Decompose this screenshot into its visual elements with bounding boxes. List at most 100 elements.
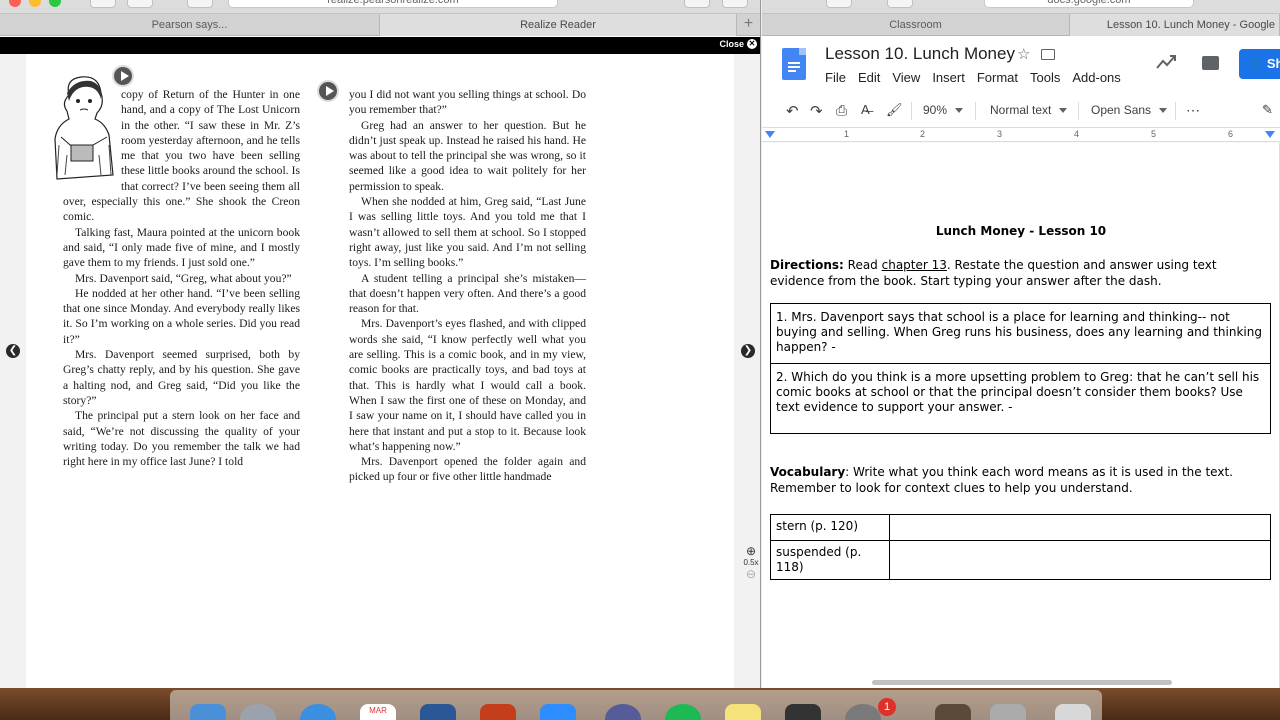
plus-icon[interactable]: + [737, 14, 760, 36]
vocab-meaning-cell[interactable] [889, 540, 1271, 580]
book-paragraph: Mrs. Davenport opened the folder again a… [349, 455, 586, 484]
reader-viewport: ❮ ❯ copy of Return of the Hunter in one … [0, 54, 760, 688]
question-cell[interactable]: 2. Which do you think is a more upsettin… [770, 363, 1271, 434]
show-tabs-button[interactable] [722, 0, 748, 8]
folder-icon[interactable] [1041, 49, 1055, 60]
book-paragraph: Mrs. Davenport seemed surprised, both by… [63, 348, 300, 407]
reader-close-button[interactable]: Close ✕ [719, 39, 757, 49]
book-paragraph: Mrs. Davenport said, “Greg, what about y… [75, 271, 292, 285]
close-icon: ✕ [747, 39, 757, 49]
vocab-word-cell[interactable]: stern (p. 120) [770, 514, 890, 541]
docs-menu-bar: File Edit View Insert Format Tools Add-o… [825, 70, 1133, 85]
table-row: stern (p. 120) [770, 514, 1271, 541]
calculator-icon[interactable] [785, 704, 821, 720]
book-paragraph: A student telling a principal she’s mist… [349, 271, 586, 316]
tab-label: Lesson 10. Lunch Money - Google [1106, 19, 1275, 31]
style-value: Normal text [990, 103, 1052, 117]
book-paragraph: Greg had an answer to her question. But … [349, 118, 586, 193]
font-select[interactable]: Open Sans [1091, 103, 1168, 117]
tab-realize-reader[interactable]: Realize Reader [380, 14, 737, 36]
more-options-icon[interactable]: ⋯ [1186, 102, 1200, 119]
menu-insert[interactable]: Insert [932, 70, 965, 85]
address-bar[interactable]: realize.pearsonrealize.com [228, 0, 558, 8]
finder-icon[interactable] [190, 704, 226, 720]
paragraph-style-select[interactable]: Normal text [990, 103, 1068, 117]
vocab-word-cell[interactable]: suspended (p. 118) [770, 540, 890, 580]
share-page-button[interactable] [684, 0, 710, 8]
print-icon[interactable]: ⎙ [836, 102, 847, 119]
font-value: Open Sans [1091, 103, 1152, 117]
safari-window: realize.pearsonrealize.com Pearson says.… [0, 0, 761, 688]
desktop: realize.pearsonrealize.com Pearson says.… [0, 0, 1280, 720]
book-column-right: you I did not want you selling things at… [349, 87, 586, 485]
ruler: 1 2 3 4 5 6 [762, 128, 1280, 142]
chrome-window: docs.google.com Classroom Lesson 10. Lun… [762, 0, 1280, 688]
sidebar-button[interactable] [127, 0, 153, 8]
document-body[interactable]: Lunch Money - Lesson 10 Directions: Read… [770, 223, 1272, 580]
spellcheck-icon[interactable]: A̶ [861, 102, 870, 117]
book-paragraph: Talking fast, Maura pointed at the unico… [63, 225, 300, 270]
sidebar-button[interactable] [887, 0, 913, 8]
menu-format[interactable]: Format [977, 70, 1018, 85]
menu-file[interactable]: File [825, 70, 846, 85]
star-icon[interactable]: ☆ [1017, 45, 1030, 63]
ruler-number: 4 [1074, 129, 1080, 139]
book-paragraph: you I did not want you selling things at… [349, 88, 586, 117]
zoom-select[interactable]: 90% [923, 103, 964, 117]
trash-icon[interactable] [1055, 704, 1091, 720]
next-page-arrow-icon[interactable]: ❯ [741, 344, 755, 358]
docs-header: Lesson 10. Lunch Money ☆ File Edit View … [762, 36, 1280, 94]
comment-icon[interactable] [1202, 56, 1219, 70]
vocabulary-paragraph: Vocabulary: Write what you think each wo… [770, 464, 1272, 496]
tab-label: Pearson says... [151, 19, 228, 31]
vocab-meaning-cell[interactable] [889, 514, 1271, 541]
chrome-titlebar: docs.google.com [762, 0, 1280, 14]
horizontal-scrollbar[interactable] [872, 680, 1172, 685]
zoom-window-button[interactable] [49, 0, 61, 7]
minimize-window-button[interactable] [29, 0, 41, 7]
edit-mode-pencil-icon[interactable]: ✎ [1262, 102, 1273, 118]
tab-label: Realize Reader [520, 19, 596, 31]
notes-icon[interactable] [725, 704, 761, 720]
redo-icon[interactable]: ↷ [810, 102, 823, 120]
document-thumbnail-icon[interactable] [935, 704, 971, 720]
tab-lunch-money-doc[interactable]: Lesson 10. Lunch Money - Google [1070, 14, 1280, 36]
question-cell[interactable]: 1. Mrs. Davenport says that school is a … [770, 303, 1271, 364]
back-forward-buttons[interactable] [90, 0, 116, 8]
address-bar[interactable]: docs.google.com [984, 0, 1194, 8]
calendar-icon[interactable]: MAR [360, 704, 396, 720]
back-forward-buttons[interactable] [826, 0, 852, 8]
chapter-link[interactable]: chapter 13 [882, 258, 947, 272]
share-button[interactable]: 👤 Sh [1239, 49, 1280, 79]
audio-play-button-2[interactable] [317, 80, 339, 102]
word-icon[interactable] [420, 704, 456, 720]
zoom-out-icon[interactable]: ⊖ [741, 567, 760, 581]
menu-edit[interactable]: Edit [858, 70, 880, 85]
paint-format-icon[interactable]: 🖌 [886, 102, 903, 118]
left-indent-marker-icon[interactable] [765, 131, 775, 138]
google-docs-logo-icon[interactable] [782, 48, 806, 80]
docs-toolbar: ↶ ↷ ⎙ A̶ 🖌 90% Normal text Open Sans ⋯ ✎ [762, 94, 1280, 128]
menu-view[interactable]: View [892, 70, 920, 85]
book-paragraph: Mrs. Davenport’s eyes flashed, and with … [349, 317, 586, 453]
zoom-in-icon[interactable]: ⊕ [741, 544, 760, 558]
tab-pearson-says[interactable]: Pearson says... [0, 14, 380, 36]
ruler-number: 1 [844, 129, 850, 139]
close-window-button[interactable] [9, 0, 21, 7]
activity-trend-icon[interactable] [1156, 54, 1176, 70]
undo-icon[interactable]: ↶ [786, 102, 799, 120]
right-indent-marker-icon[interactable] [1265, 131, 1275, 138]
notification-badge: 1 [878, 698, 896, 716]
zoom-app-icon[interactable] [540, 704, 576, 720]
document-page[interactable]: Lunch Money - Lesson 10 Directions: Read… [762, 143, 1280, 688]
home-button[interactable] [187, 0, 213, 8]
document-title[interactable]: Lesson 10. Lunch Money [825, 44, 1015, 64]
principal-illustration [54, 76, 114, 180]
document-thumbnail-icon[interactable] [990, 704, 1026, 720]
tab-classroom[interactable]: Classroom [762, 14, 1070, 36]
powerpoint-icon[interactable] [480, 704, 516, 720]
tab-label: Classroom [889, 19, 942, 31]
menu-tools[interactable]: Tools [1030, 70, 1060, 85]
menu-addons[interactable]: Add-ons [1072, 70, 1120, 85]
previous-page-arrow-icon[interactable]: ❮ [6, 344, 20, 358]
